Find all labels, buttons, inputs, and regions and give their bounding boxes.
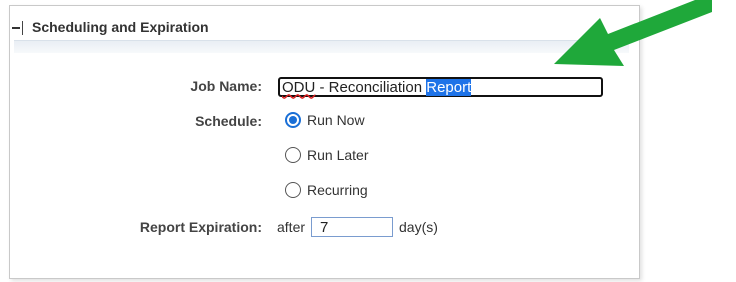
run-now-radio[interactable] bbox=[285, 112, 301, 128]
days-unit-text: day(s) bbox=[399, 219, 438, 235]
expiration-controls: after 7 day(s) bbox=[277, 217, 438, 237]
section-title: Scheduling and Expiration bbox=[32, 19, 209, 35]
green-arrow-icon bbox=[554, 0, 712, 66]
expiration-days-input[interactable]: 7 bbox=[311, 217, 394, 237]
run-now-label: Run Now bbox=[307, 112, 365, 128]
run-later-radio[interactable] bbox=[285, 147, 301, 163]
collapse-minus-icon[interactable] bbox=[12, 20, 24, 35]
report-expiration-label: Report Expiration: bbox=[139, 219, 262, 235]
job-name-label: Job Name: bbox=[190, 78, 262, 94]
job-name-selected-text: Report bbox=[426, 78, 472, 96]
after-text: after bbox=[277, 219, 306, 235]
schedule-label: Schedule: bbox=[195, 113, 262, 129]
header-divider bbox=[14, 40, 629, 53]
job-name-prefix: ODU bbox=[282, 78, 316, 96]
radio-run-now[interactable]: Run Now bbox=[285, 112, 365, 128]
recurring-label: Recurring bbox=[307, 182, 368, 198]
job-name-input[interactable]: ODU - Reconciliation Report bbox=[278, 77, 603, 97]
radio-recurring[interactable]: Recurring bbox=[285, 182, 368, 198]
radio-run-later[interactable]: Run Later bbox=[285, 147, 368, 163]
run-later-label: Run Later bbox=[307, 147, 369, 163]
recurring-radio[interactable] bbox=[285, 182, 301, 198]
job-name-middle: - Reconciliation bbox=[315, 78, 427, 96]
section-header[interactable]: Scheduling and Expiration bbox=[12, 16, 612, 38]
